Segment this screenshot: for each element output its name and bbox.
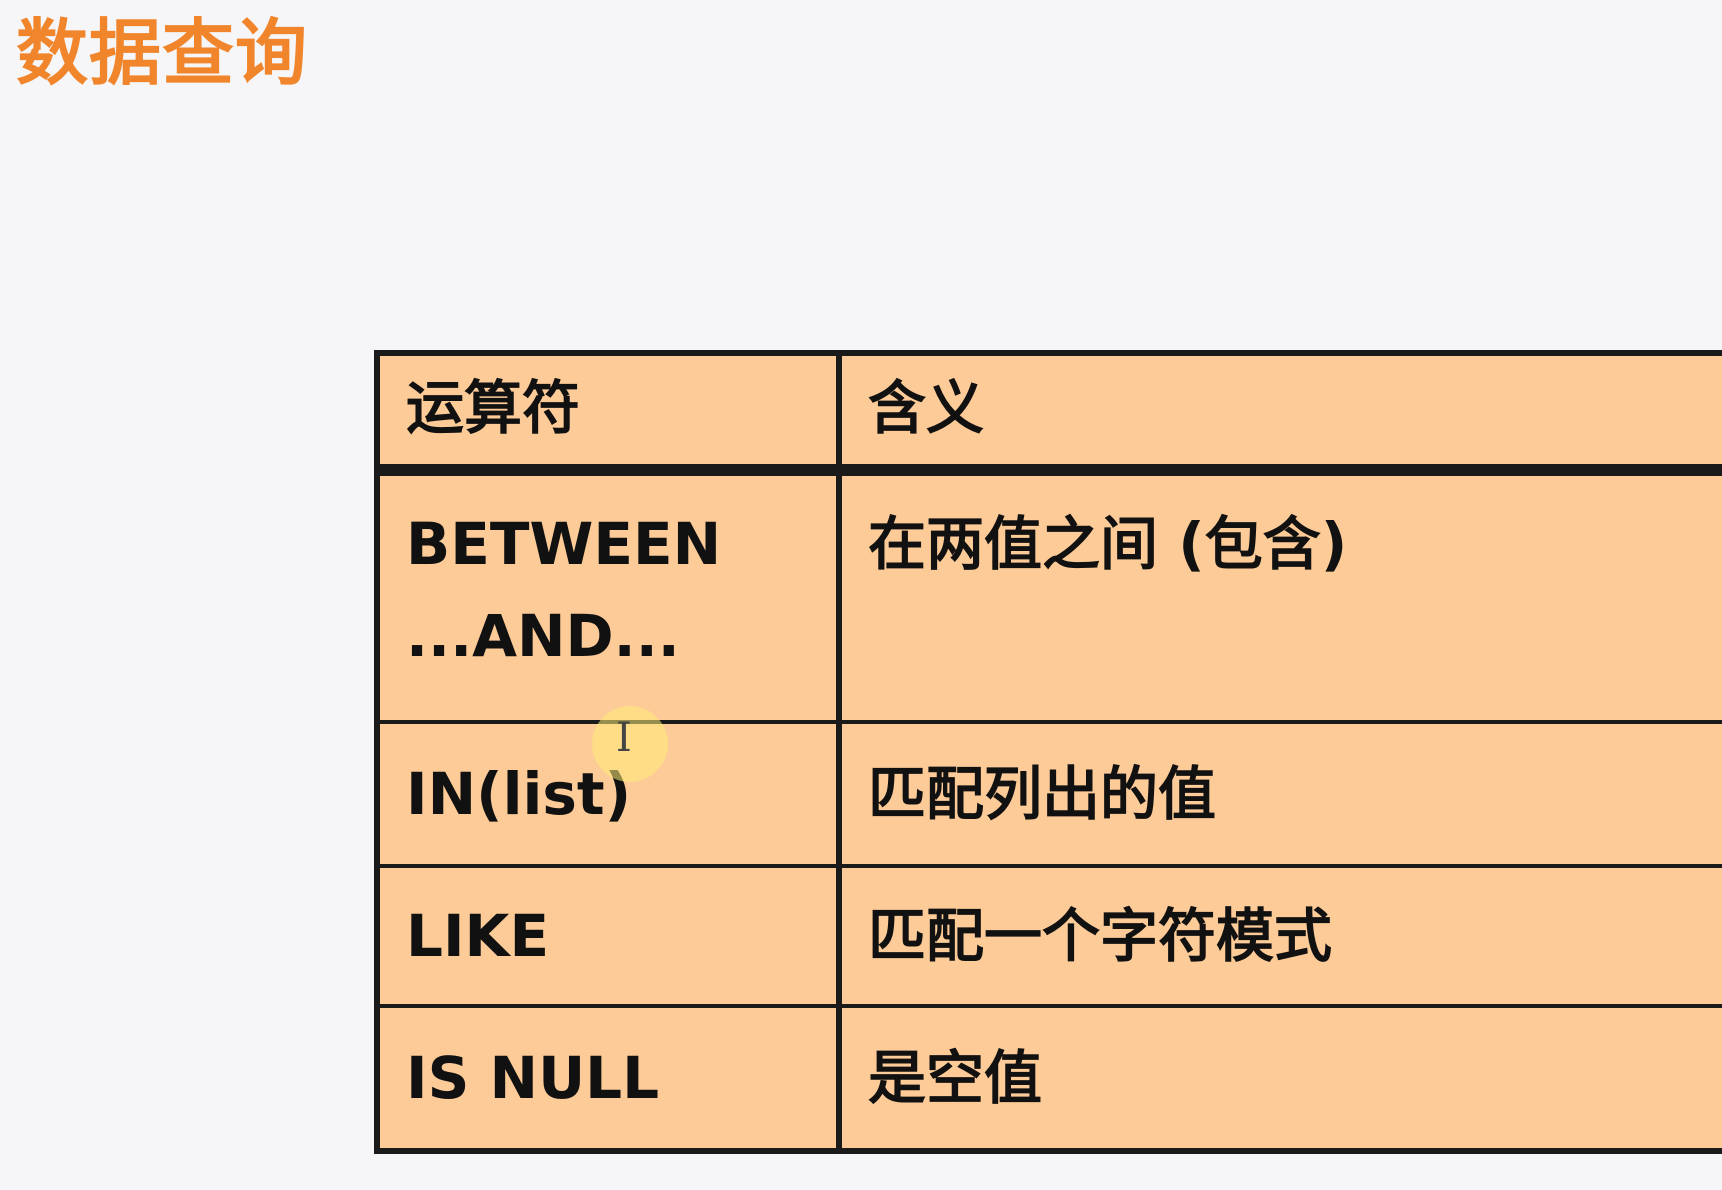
table-row: LIKE 匹配一个字符模式 bbox=[374, 864, 1722, 1008]
meaning-cell: 匹配列出的值 bbox=[836, 720, 1722, 868]
operator-cell: BETWEEN ...AND... bbox=[374, 468, 842, 724]
operator-cell: LIKE bbox=[374, 864, 842, 1008]
meaning-cell: 匹配一个字符模式 bbox=[836, 864, 1722, 1008]
slide-title: 数据查询 bbox=[16, 11, 309, 95]
table-header-row: 运算符 含义 bbox=[374, 350, 1722, 476]
operator-cell: IS NULL bbox=[374, 1004, 842, 1154]
operator-text-line1: BETWEEN bbox=[406, 510, 722, 578]
table-row: IN(list) 匹配列出的值 bbox=[374, 720, 1722, 868]
operator-cell: IN(list) bbox=[374, 720, 842, 868]
header-operator: 运算符 bbox=[374, 350, 842, 476]
meaning-cell: 在两值之间 (包含) bbox=[836, 468, 1722, 724]
operator-table: 运算符 含义 BETWEEN ...AND... 在两值之间 (包含) IN(l… bbox=[374, 350, 1722, 1154]
text-cursor-icon: I bbox=[616, 715, 632, 761]
header-meaning: 含义 bbox=[836, 350, 1722, 476]
meaning-cell: 是空值 bbox=[836, 1004, 1722, 1154]
table-row: BETWEEN ...AND... 在两值之间 (包含) bbox=[374, 468, 1722, 724]
operator-text-line2: ...AND... bbox=[406, 602, 680, 670]
table-row: IS NULL 是空值 bbox=[374, 1004, 1722, 1154]
